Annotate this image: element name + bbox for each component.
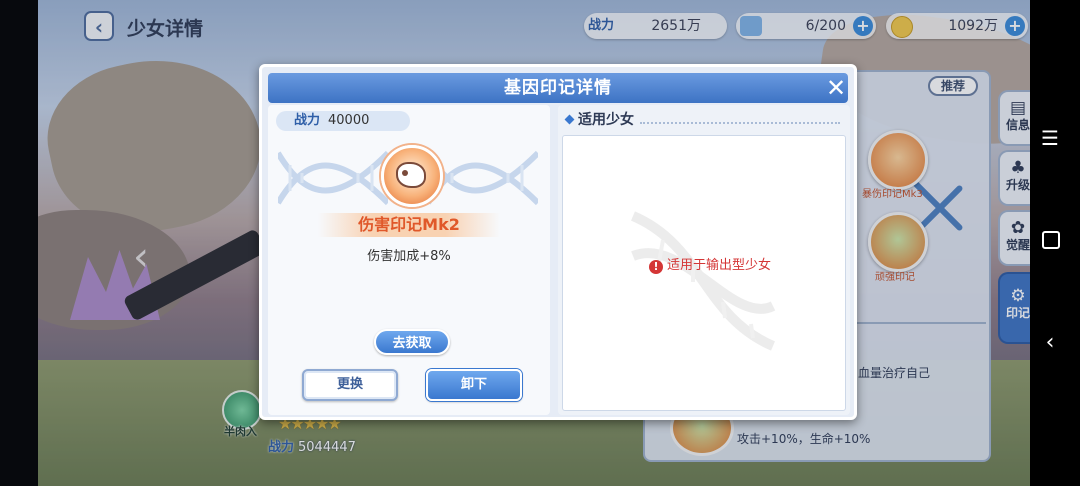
close-icon: ✕ [826,74,847,102]
menu-icon[interactable]: ☰ [1036,126,1064,150]
system-back-icon[interactable]: ‹ [1036,330,1064,355]
diamond-bullet-icon [564,114,575,125]
applicable-girls-pane: 适用少女 ! 适用于输出型少女 [558,105,850,415]
damage-imprint-icon [381,145,443,207]
heading-divider [640,122,840,124]
dialog-title: 基因印记详情 [504,78,612,98]
warning-icon: ! [649,260,663,274]
imprint-detail-pane: 战力 40000 伤害印记Mk2 伤害加成+8% 去获取 更换 卸下 [268,105,550,415]
imprint-power-tag: 战力 40000 [276,111,410,131]
dna-helix-decoration [278,150,388,206]
imprint-power-label: 战力 [294,113,321,128]
imprint-emblem-eye [402,170,408,176]
imprint-name-banner: 伤害印记Mk2 [318,213,500,237]
applicable-girls-box: ! 适用于输出型少女 [562,135,846,411]
dna-watermark [630,211,776,351]
imprint-name: 伤害印记Mk2 [358,215,460,234]
applicable-note: ! 适用于输出型少女 [649,254,771,274]
obtain-button[interactable]: 去获取 [374,329,450,355]
close-button[interactable]: ✕ [826,76,846,100]
imprint-emblem [396,162,426,188]
dialog-header: 基因印记详情 ✕ [268,73,848,103]
unload-button[interactable]: 卸下 [426,369,522,401]
home-icon[interactable] [1042,231,1060,249]
dna-helix-decoration [428,150,538,206]
replace-button[interactable]: 更换 [302,369,398,401]
gene-imprint-dialog: 基因印记详情 ✕ 战力 40000 伤害印记Mk2 伤害加成+8% 去获取 更换… [259,64,857,420]
imprint-effect: 伤害加成+8% [367,249,451,264]
applicable-girls-title: 适用少女 [578,112,634,128]
imprint-power-value: 40000 [328,113,370,128]
applicable-note-text: 适用于输出型少女 [667,258,772,273]
